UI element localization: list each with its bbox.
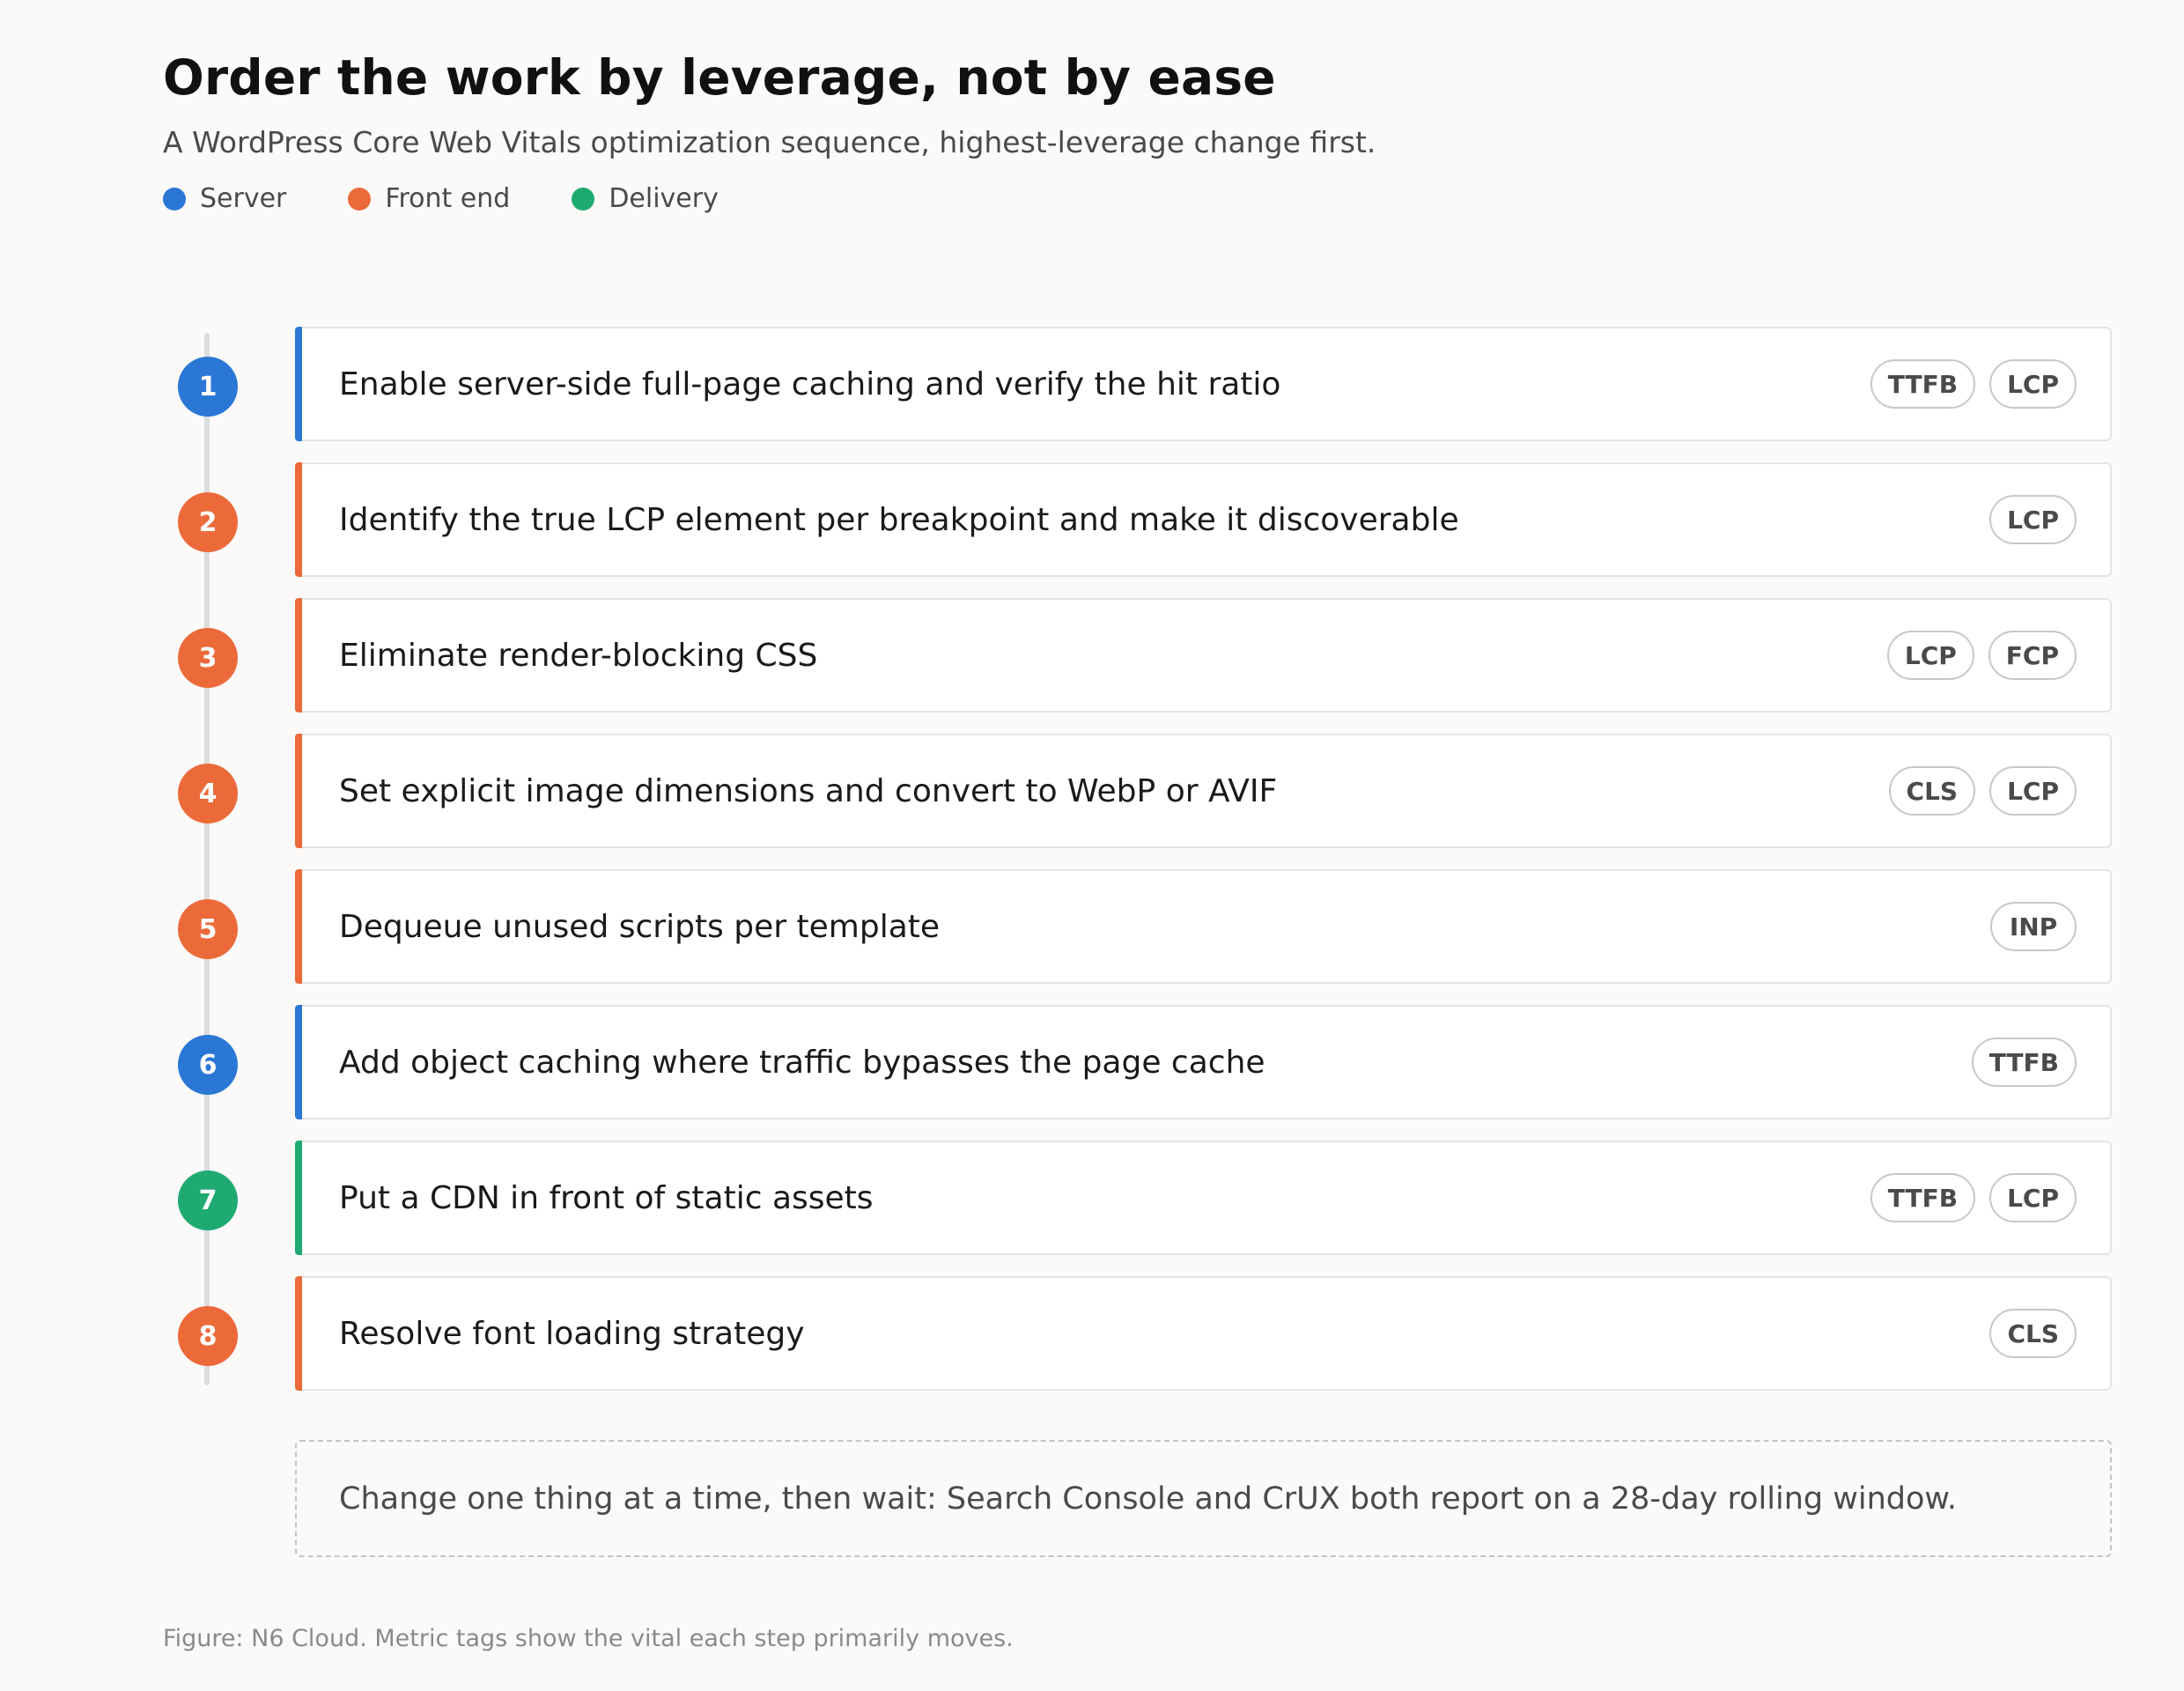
- step-text: Eliminate render-blocking CSS: [339, 637, 818, 674]
- metric-tag: LCP: [1989, 1173, 2077, 1222]
- legend-dot: [348, 187, 372, 210]
- metric-tags: LCP: [1975, 495, 2077, 544]
- step-text: Add object caching where traffic bypasse…: [339, 1044, 1265, 1081]
- step-card: Put a CDN in front of static assets TTFB L…: [295, 1141, 2112, 1255]
- step-row: 7 Put a CDN in front of static assets TTFB…: [0, 1141, 2184, 1259]
- step-list: 1 Enable server-side full-page caching an…: [0, 327, 2184, 1412]
- category-accent-bar: [295, 1276, 302, 1391]
- step-row: 1 Enable server-side full-page caching an…: [0, 327, 2184, 445]
- step-text: Identify the true LCP element per breakp…: [339, 501, 1459, 538]
- legend-dot: [572, 187, 595, 210]
- category-accent-bar: [295, 1141, 302, 1255]
- metric-tag: TTFB: [1870, 1173, 1976, 1222]
- step-row: 3 Eliminate render-blocking CSS LCP FCP: [0, 598, 2184, 716]
- step-row: 8 Resolve font loading strategy CLS: [0, 1276, 2184, 1394]
- step-text: Dequeue unused scripts per template: [339, 908, 941, 945]
- step-row: 6 Add object caching where traffic bypass…: [0, 1005, 2184, 1123]
- step-text: Set explicit image dimensions and conver…: [339, 772, 1278, 809]
- note-text: Change one thing at a time, then wait: S…: [339, 1481, 1957, 1517]
- step-row: 2 Identify the true LCP element per break…: [0, 462, 2184, 580]
- category-accent-bar: [295, 1005, 302, 1119]
- metric-tag: LCP: [1989, 766, 2077, 816]
- step-number-badge: 4: [178, 764, 238, 823]
- legend-label: Delivery: [609, 183, 719, 214]
- metric-tags: TTFB LCP: [1856, 1173, 2077, 1222]
- note-box: Change one thing at a time, then wait: S…: [295, 1440, 2112, 1557]
- metric-tag: INP: [1990, 902, 2077, 951]
- step-text: Enable server-side full-page caching and…: [339, 366, 1281, 402]
- step-number-badge: 6: [178, 1035, 238, 1095]
- metric-tags: CLS LCP: [1875, 766, 2077, 816]
- step-number-badge: 3: [178, 628, 238, 688]
- step-number-badge: 8: [178, 1306, 238, 1366]
- metric-tags: TTFB LCP: [1856, 359, 2077, 409]
- legend-item-delivery: Delivery: [572, 183, 719, 214]
- figure: Order the work by leverage, not by ease …: [0, 0, 2184, 1691]
- step-card: Resolve font loading strategy CLS: [295, 1276, 2112, 1391]
- metric-tags: TTFB: [1958, 1037, 2077, 1087]
- metric-tags: INP: [1976, 902, 2077, 951]
- step-number-badge: 2: [178, 492, 238, 552]
- page-title: Order the work by leverage, not by ease: [163, 49, 1276, 106]
- metric-tag: TTFB: [1971, 1037, 2077, 1087]
- metric-tag: LCP: [1989, 359, 2077, 409]
- page-subtitle: A WordPress Core Web Vitals optimization…: [163, 125, 1376, 159]
- legend-item-front-end: Front end: [348, 183, 510, 214]
- step-row: 4 Set explicit image dimensions and conve…: [0, 734, 2184, 852]
- category-accent-bar: [295, 462, 302, 577]
- metric-tag: FCP: [1988, 631, 2077, 680]
- legend-dot: [163, 187, 186, 210]
- step-card: Enable server-side full-page caching and…: [295, 327, 2112, 441]
- step-row: 5 Dequeue unused scripts per template INP: [0, 869, 2184, 987]
- step-card: Eliminate render-blocking CSS LCP FCP: [295, 598, 2112, 713]
- metric-tags: LCP FCP: [1873, 631, 2077, 680]
- metric-tags: CLS: [1975, 1309, 2077, 1358]
- step-card: Add object caching where traffic bypasse…: [295, 1005, 2112, 1119]
- step-card: Dequeue unused scripts per template INP: [295, 869, 2112, 984]
- step-text: Resolve font loading strategy: [339, 1315, 805, 1352]
- metric-tag: CLS: [1989, 1309, 2077, 1358]
- metric-tag: CLS: [1888, 766, 1976, 816]
- legend-label: Front end: [385, 183, 511, 214]
- figure-caption: Figure: N6 Cloud. Metric tags show the v…: [163, 1625, 1014, 1652]
- step-number-badge: 7: [178, 1170, 238, 1230]
- legend-label: Server: [200, 183, 287, 214]
- category-accent-bar: [295, 734, 302, 848]
- step-number-badge: 1: [178, 357, 238, 417]
- step-text: Put a CDN in front of static assets: [339, 1179, 874, 1216]
- category-accent-bar: [295, 327, 302, 441]
- metric-tag: LCP: [1886, 631, 1974, 680]
- step-card: Set explicit image dimensions and conver…: [295, 734, 2112, 848]
- legend-item-server: Server: [163, 183, 286, 214]
- legend: Server Front end Delivery: [163, 183, 780, 214]
- metric-tag: TTFB: [1870, 359, 1976, 409]
- metric-tag: LCP: [1989, 495, 2077, 544]
- step-number-badge: 5: [178, 899, 238, 959]
- category-accent-bar: [295, 598, 302, 713]
- step-card: Identify the true LCP element per breakp…: [295, 462, 2112, 577]
- category-accent-bar: [295, 869, 302, 984]
